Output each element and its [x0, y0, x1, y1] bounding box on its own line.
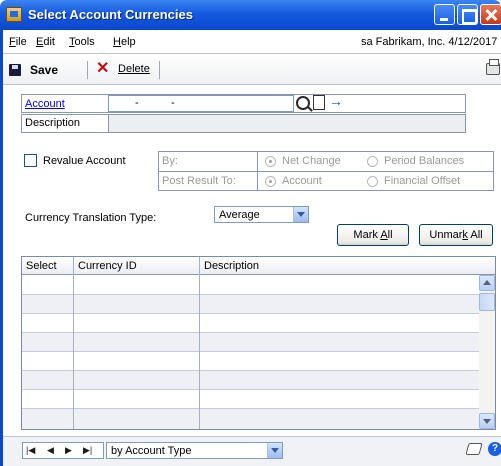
financial-offset-radio[interactable] — [367, 176, 378, 187]
scroll-down-icon[interactable] — [479, 413, 495, 429]
delete-icon[interactable]: ✕ — [96, 61, 109, 77]
print-icon[interactable] — [486, 59, 500, 75]
post-result-to-label: Post Result To: — [162, 175, 236, 187]
column-header-currency-id[interactable]: Currency ID — [78, 260, 137, 272]
app-icon — [6, 7, 22, 22]
close-button[interactable] — [480, 4, 501, 25]
first-record-icon[interactable]: |◀ — [26, 445, 35, 456]
toolbar-separator — [159, 61, 160, 79]
mark-all-button[interactable]: Mark All — [337, 224, 409, 246]
select-value: Average — [219, 209, 260, 221]
maximize-button[interactable] — [457, 4, 478, 25]
column-header-description[interactable]: Description — [204, 260, 259, 272]
menu-help[interactable]: Help — [113, 36, 136, 48]
column-divider — [73, 257, 74, 429]
chevron-down-icon[interactable] — [267, 443, 282, 458]
previous-record-icon[interactable]: ◀ — [47, 445, 54, 456]
description-label: Description — [25, 117, 81, 129]
by-label: By: — [162, 155, 178, 167]
currency-translation-type-label: Currency Translation Type: — [25, 212, 157, 224]
window-title: Select Account Currencies — [28, 7, 193, 22]
arrow-right-icon[interactable]: → — [329, 93, 343, 109]
table-row[interactable] — [22, 352, 479, 371]
menu-file[interactable]: File — [9, 36, 27, 48]
net-change-label: Net Change — [282, 155, 341, 167]
grid-header: Select Currency ID Description — [22, 257, 495, 275]
scroll-up-icon[interactable] — [479, 275, 495, 291]
account-link[interactable]: Account — [25, 98, 65, 110]
menu-tools[interactable]: Tools — [69, 36, 95, 48]
account-input[interactable]: - - — [108, 95, 294, 112]
revalue-account-checkbox[interactable] — [24, 154, 37, 167]
chevron-down-icon[interactable] — [293, 207, 308, 222]
column-header-select[interactable]: Select — [26, 260, 57, 272]
scroll-thumb[interactable] — [479, 293, 495, 311]
save-button[interactable]: Save — [30, 63, 58, 77]
description-field — [108, 115, 465, 132]
account-radio[interactable] — [265, 176, 276, 187]
table-row[interactable] — [22, 295, 479, 314]
table-row[interactable] — [22, 390, 479, 409]
period-balances-label: Period Balances — [384, 155, 465, 167]
title-bar: Select Account Currencies — [0, 0, 501, 30]
menu-bar: File Edit Tools Help sa Fabrikam, Inc. 4… — [3, 30, 501, 54]
account-option-label: Account — [282, 175, 322, 187]
net-change-radio[interactable] — [265, 156, 276, 167]
help-icon[interactable]: ? — [488, 442, 501, 456]
toolbar-separator — [87, 61, 88, 79]
new-document-icon[interactable] — [313, 95, 325, 110]
minimize-button[interactable] — [434, 4, 455, 25]
currency-translation-type-select[interactable]: Average — [214, 206, 309, 223]
sort-by-select[interactable]: by Account Type — [106, 442, 283, 459]
last-record-icon[interactable]: ▶| — [83, 445, 92, 456]
account-segment-separator: - — [135, 97, 139, 109]
table-row[interactable] — [22, 276, 479, 295]
financial-offset-label: Financial Offset — [384, 175, 461, 187]
column-divider — [199, 257, 200, 429]
record-navigator: |◀ ◀ ▶ ▶| — [22, 442, 104, 459]
period-balances-radio[interactable] — [367, 156, 378, 167]
menu-edit[interactable]: Edit — [36, 36, 55, 48]
company-info: sa Fabrikam, Inc. 4/12/2017 — [361, 36, 498, 48]
account-segment-separator: - — [171, 97, 175, 109]
toolbar: Save ✕ Delete — [3, 55, 501, 85]
options-divider — [158, 171, 494, 172]
save-icon[interactable] — [9, 64, 21, 76]
table-row[interactable] — [22, 371, 479, 390]
select-value: by Account Type — [111, 445, 192, 457]
currency-grid[interactable]: Select Currency ID Description — [21, 256, 496, 430]
table-row[interactable] — [22, 333, 479, 352]
vertical-scrollbar[interactable] — [479, 275, 495, 429]
lookup-icon[interactable] — [296, 96, 310, 110]
unmark-all-button[interactable]: Unmark All — [419, 224, 493, 246]
delete-button[interactable]: Delete — [118, 63, 150, 75]
next-record-icon[interactable]: ▶ — [65, 445, 72, 456]
table-row[interactable] — [22, 314, 479, 333]
table-row[interactable] — [22, 409, 479, 429]
revalue-account-label: Revalue Account — [43, 155, 126, 167]
